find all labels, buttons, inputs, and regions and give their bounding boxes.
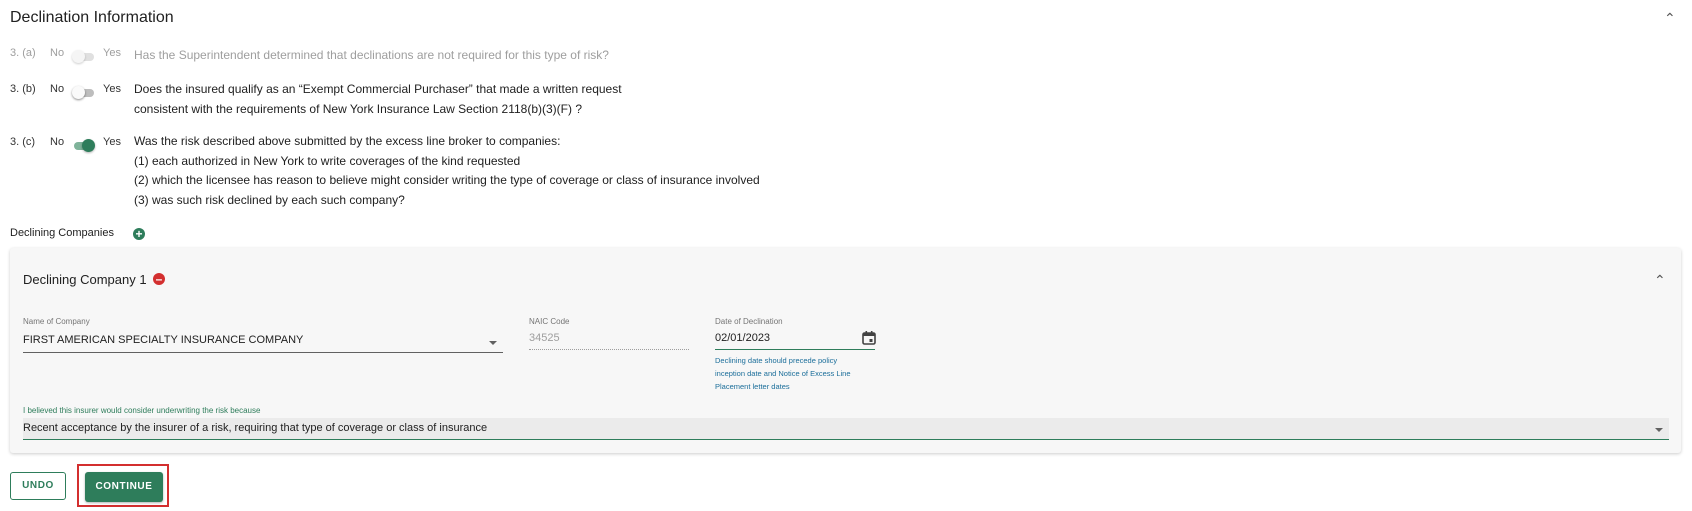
company-card-title: Declining Company 1 — [23, 272, 147, 287]
naic-code-underline — [529, 349, 689, 350]
add-company-icon[interactable]: + — [133, 228, 145, 240]
undo-button[interactable]: UNDO — [10, 472, 66, 500]
company-name-label: Name of Company — [23, 317, 90, 326]
question-number: 3. (b) — [10, 83, 36, 95]
toggle-no-label: No — [50, 136, 65, 148]
question-3c-toggle[interactable] — [72, 139, 95, 152]
question-3b-toggle[interactable] — [72, 86, 94, 99]
reason-label: I believed this insurer would consider u… — [23, 406, 261, 415]
declination-date-input[interactable]: 02/01/2023 — [715, 332, 770, 344]
collapse-company-icon[interactable]: ⌃ — [1654, 272, 1666, 289]
collapse-section-icon[interactable]: ⌃ — [1664, 10, 1676, 27]
company-name-select[interactable]: FIRST AMERICAN SPECIALTY INSURANCE COMPA… — [23, 334, 303, 346]
chevron-down-icon[interactable] — [489, 341, 497, 345]
calendar-icon[interactable] — [861, 330, 877, 346]
chevron-down-icon[interactable] — [1655, 428, 1663, 432]
declination-date-underline — [715, 349, 875, 350]
declination-date-hint: Declining date should precede policy inc… — [715, 356, 851, 391]
toggle-yes-label: Yes — [103, 47, 121, 59]
continue-button[interactable]: CONTINUE — [85, 472, 163, 502]
toggle-yes-label: Yes — [103, 136, 121, 148]
reason-select-value: Recent acceptance by the insurer of a ri… — [23, 422, 488, 434]
question-3a-toggle[interactable] — [72, 50, 94, 63]
declination-date-label: Date of Declination — [715, 317, 783, 326]
declining-companies-label: Declining Companies — [10, 227, 114, 239]
naic-code-field: 34525 — [529, 332, 560, 344]
question-number: 3. (c) — [10, 136, 36, 148]
toggle-no-label: No — [50, 47, 65, 59]
section-title: Declination Information — [10, 9, 174, 26]
remove-company-icon[interactable]: – — [153, 273, 165, 285]
company-name-underline — [23, 352, 503, 353]
reason-underline — [23, 439, 1669, 440]
naic-code-label: NAIC Code — [529, 317, 570, 326]
toggle-yes-label: Yes — [103, 83, 121, 95]
question-3a-text: Has the Superintendent determined that d… — [134, 48, 609, 62]
question-3c-text: Was the risk described above submitted b… — [134, 134, 760, 207]
question-number: 3. (a) — [10, 47, 36, 59]
toggle-no-label: No — [50, 83, 65, 95]
question-3b-text: Does the insured qualify as an “Exempt C… — [134, 82, 622, 116]
